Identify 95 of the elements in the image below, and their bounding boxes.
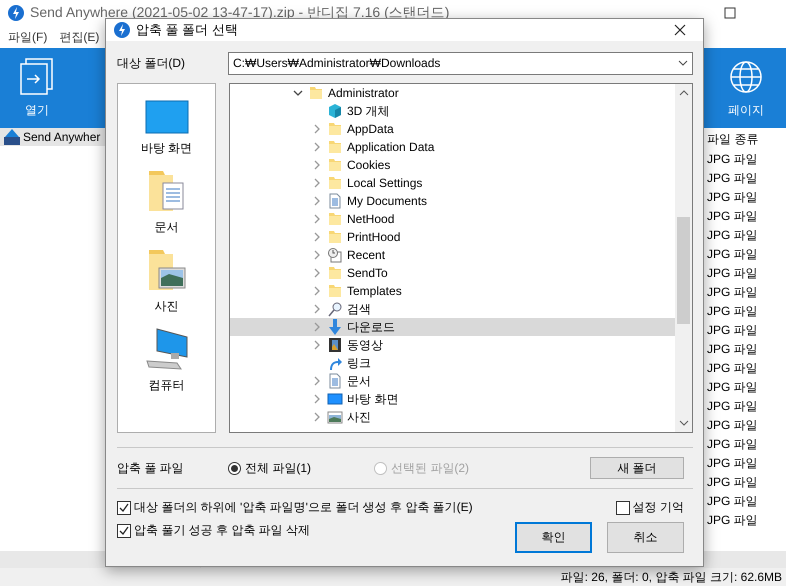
option-label: 압축 풀 파일 <box>117 460 185 476</box>
file-type-cell-text: JPG 파일 <box>707 322 759 339</box>
tree-item[interactable]: Templates <box>230 282 675 300</box>
folder-icon <box>327 139 343 155</box>
picture-icon <box>327 409 343 425</box>
tree-item[interactable]: PrintHood <box>230 228 675 246</box>
app-logo-icon <box>114 22 130 38</box>
scroll-thumb[interactable] <box>677 217 690 324</box>
tree-item[interactable]: AppData <box>230 120 675 138</box>
document-folder-icon <box>146 169 186 213</box>
desktop-icon <box>144 100 188 134</box>
place-item[interactable]: 컴퓨터 <box>144 327 188 394</box>
file-type-cell-text: JPG 파일 <box>707 189 759 206</box>
tree-item[interactable]: 문서 <box>230 372 675 390</box>
extract-radio[interactable]: 전체 파일(1) <box>228 460 374 476</box>
download-icon <box>327 319 343 335</box>
tree-item[interactable]: Local Settings <box>230 174 675 192</box>
column-header[interactable]: 파일 종류 <box>707 128 786 150</box>
file-type-cell-text: JPG 파일 <box>707 341 759 358</box>
shortcut-icon <box>327 355 343 371</box>
picture-folder-icon <box>146 248 186 292</box>
file-type-cell-text: JPG 파일 <box>707 208 759 225</box>
folder-icon <box>327 157 343 173</box>
folder-icon <box>327 121 343 137</box>
folder-icon <box>327 175 343 191</box>
chevron-down-icon[interactable] <box>293 88 303 98</box>
target-folder-field[interactable]: C:₩Users₩Administrator₩Downloads <box>228 52 693 74</box>
computer-icon <box>144 327 188 371</box>
desktop-icon <box>327 391 343 407</box>
tree-item[interactable]: 다운로드 <box>230 318 675 336</box>
file-type-cell-text: JPG 파일 <box>707 436 759 453</box>
recent-icon <box>327 247 343 263</box>
open-button[interactable]: 열기 <box>8 54 66 122</box>
folder-icon <box>327 229 343 245</box>
option-checkbox[interactable]: 압축 풀기 성공 후 압축 파일 삭제 <box>117 522 473 539</box>
file-type-cell-text: JPG 파일 <box>707 265 759 282</box>
new-folder-button[interactable]: 새 폴더 <box>590 457 684 479</box>
tree-item[interactable]: 동영상 <box>230 336 675 354</box>
file-type-cell-text: JPG 파일 <box>707 360 759 377</box>
file-type-cell-text: JPG 파일 <box>707 474 759 491</box>
tree-item[interactable]: 링크 <box>230 354 675 372</box>
file-type-cell-text: JPG 파일 <box>707 455 759 472</box>
field-label: 대상 폴더(D) <box>117 54 186 72</box>
open-file-icon <box>20 58 54 96</box>
caret-icon[interactable] <box>678 58 688 68</box>
file-type-cell-text: JPG 파일 <box>707 151 759 168</box>
folder-icon <box>308 85 324 101</box>
menu-item[interactable]: 파일(F) <box>8 28 48 46</box>
file-type-cell-text: JPG 파일 <box>707 303 759 320</box>
checkmark-icon <box>119 526 129 536</box>
tree-item[interactable]: 사진 <box>230 408 675 426</box>
file-type-cell-text: JPG 파일 <box>707 246 759 263</box>
dialog-title: 압축 풀 폴더 선택 <box>136 21 239 39</box>
remember-checkbox[interactable]: 설정 기억 <box>616 499 684 516</box>
scroll-up-icon[interactable] <box>678 88 688 98</box>
file-type-cell-text: JPG 파일 <box>707 170 759 187</box>
file-type-cell-text: JPG 파일 <box>707 512 759 529</box>
tree-item[interactable]: SendTo <box>230 264 675 282</box>
scroll-down-icon[interactable] <box>678 418 688 428</box>
cube-icon <box>327 103 343 119</box>
maximize-icon[interactable] <box>724 7 736 19</box>
checkmark-icon <box>119 502 129 512</box>
close-icon <box>674 24 686 36</box>
file-type-cell-text: JPG 파일 <box>707 379 759 396</box>
tree-item[interactable]: My Documents <box>230 192 675 210</box>
document-icon <box>327 373 343 389</box>
app-logo-icon <box>8 5 24 21</box>
tree-item[interactable]: 바탕 화면 <box>230 390 675 408</box>
option-checkbox[interactable]: 대상 폴더의 하위에 '압축 파일명'으로 폴더 생성 후 압축 풀기(E) <box>117 499 473 516</box>
dialog-button[interactable]: 확인 <box>515 522 592 553</box>
file-type-cell-text: JPG 파일 <box>707 398 759 415</box>
web-page-button[interactable]: 페이지 <box>716 54 776 122</box>
tree-item[interactable]: Cookies <box>230 156 675 174</box>
file-type-cell-text: JPG 파일 <box>707 227 759 244</box>
place-item[interactable]: 문서 <box>146 169 186 236</box>
tree-item[interactable]: 검색 <box>230 300 675 318</box>
file-type-cell-text: JPG 파일 <box>707 284 759 301</box>
status-text: 파일: 26, 폴더: 0, 압축 파일 크기: 62.6MB <box>560 568 782 586</box>
tree-item[interactable]: Administrator <box>230 84 675 102</box>
tree-item[interactable]: NetHood <box>230 210 675 228</box>
place-item[interactable]: 사진 <box>146 248 186 315</box>
search-icon <box>327 301 343 317</box>
file-type-cell-text: JPG 파일 <box>707 417 759 434</box>
folder-icon <box>327 265 343 281</box>
tree-item[interactable]: 3D 개체 <box>230 102 675 120</box>
dialog-button[interactable]: 취소 <box>607 522 684 553</box>
tree-item[interactable]: Application Data <box>230 138 675 156</box>
folder-icon <box>327 211 343 227</box>
file-type-cell-text: JPG 파일 <box>707 493 759 510</box>
document-icon <box>327 193 343 209</box>
scrollbar[interactable] <box>675 84 692 432</box>
menu-item[interactable]: 편집(E) <box>59 28 100 46</box>
video-icon <box>327 337 343 353</box>
folder-icon <box>327 283 343 299</box>
tree-item[interactable]: Recent <box>230 246 675 264</box>
